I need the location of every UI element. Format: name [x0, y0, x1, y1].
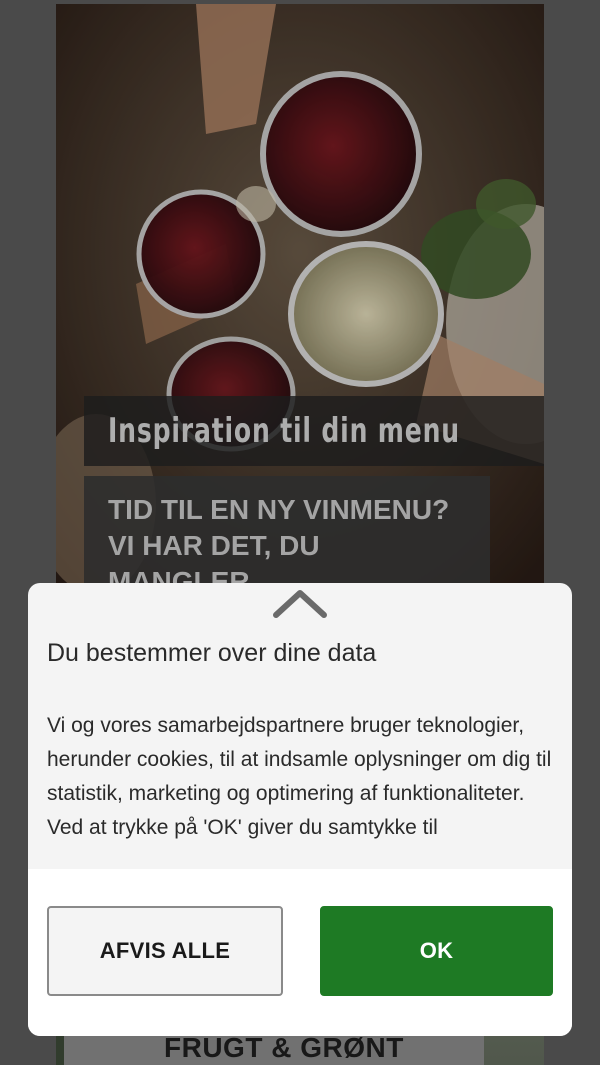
page: Inspiration til din menu TID TIL EN NY V…: [0, 0, 600, 1065]
cookie-consent-dialog: Du bestemmer over dine data Vi og vores …: [28, 583, 572, 1036]
consent-body: Vi og vores samarbejdspartnere bruger te…: [47, 709, 557, 872]
consent-actions: AFVIS ALLE OK: [28, 869, 572, 1036]
reject-all-button[interactable]: AFVIS ALLE: [47, 906, 283, 996]
consent-body-paragraph: Ved at trykke på 'OK' giver du samtykke …: [47, 816, 438, 839]
chevron-up-icon[interactable]: [270, 585, 330, 621]
ok-button[interactable]: OK: [320, 906, 553, 996]
consent-body-paragraph: Vi og vores samarbejdspartnere bruger te…: [47, 714, 552, 805]
consent-title: Du bestemmer over dine data: [47, 639, 377, 667]
